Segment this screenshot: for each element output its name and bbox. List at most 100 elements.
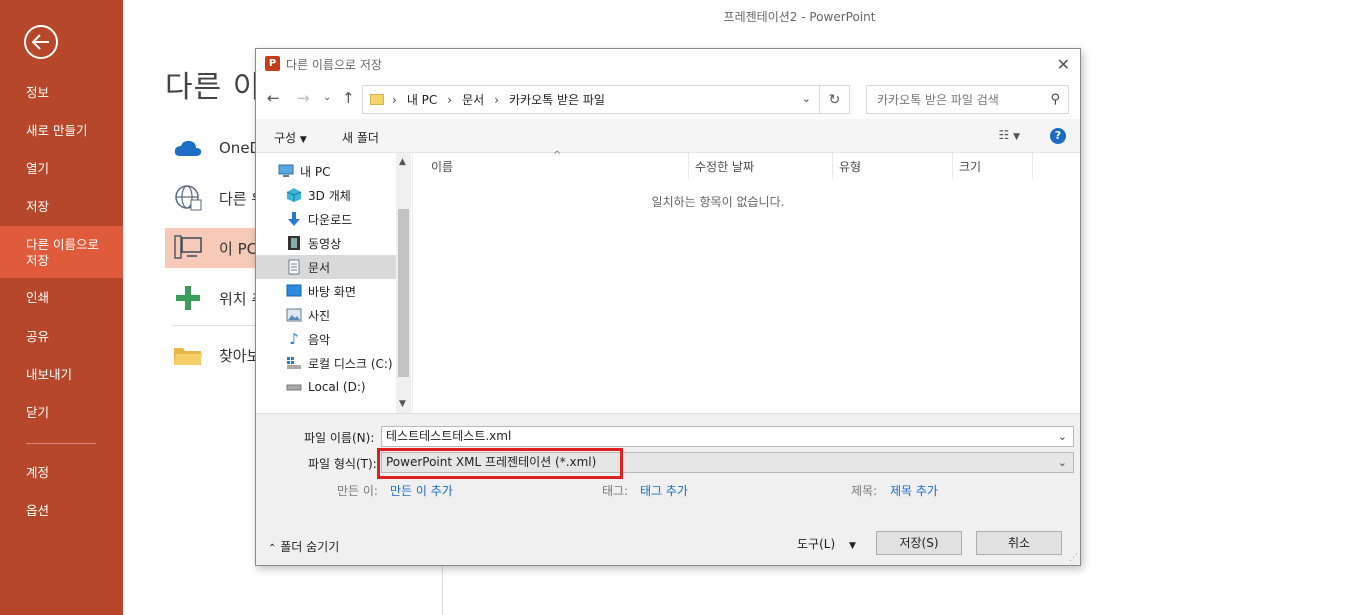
search-icon: ⚲ bbox=[1050, 92, 1060, 107]
empty-message: 일치하는 항목이 없습니다. bbox=[651, 195, 785, 209]
rail-item-open[interactable]: 열기 bbox=[0, 161, 123, 177]
author-label: 만든 이: bbox=[337, 484, 378, 498]
plus-icon bbox=[171, 283, 205, 313]
tree-label: 다운로드 bbox=[308, 212, 353, 227]
tree-scrollbar[interactable]: ▲ ▼ bbox=[396, 153, 411, 413]
tree-label: 3D 개체 bbox=[308, 188, 351, 203]
organize-button[interactable]: 구성 ▼ bbox=[274, 129, 307, 146]
tree-item-music[interactable]: ♪ 음악 bbox=[256, 327, 396, 351]
hide-folders-label: 폴더 숨기기 bbox=[280, 540, 340, 554]
rail-item-new[interactable]: 새로 만들기 bbox=[0, 123, 123, 139]
up-arrow-icon[interactable]: ↑ bbox=[342, 89, 355, 107]
chevron-down-icon[interactable]: ⌄ bbox=[1058, 453, 1067, 472]
caret-down-icon: ▼ bbox=[299, 135, 307, 145]
scroll-down-icon[interactable]: ▼ bbox=[399, 399, 406, 409]
tags-label: 태그: bbox=[602, 484, 629, 498]
column-modified[interactable]: 수정한 날짜 bbox=[695, 153, 833, 179]
refresh-icon[interactable]: ↻ bbox=[820, 85, 850, 114]
breadcrumb-documents[interactable]: 문서 bbox=[462, 91, 484, 108]
tree-label: 사진 bbox=[308, 308, 331, 323]
breadcrumb-kakaotalk-folder[interactable]: 카카오톡 받은 파일 bbox=[509, 91, 605, 108]
tree-item-pictures[interactable]: 사진 bbox=[256, 303, 396, 327]
tree-item-desktop[interactable]: 바탕 화면 bbox=[256, 279, 396, 303]
filename-input[interactable]: 테스트테스트테스트.xml ⌄ bbox=[381, 426, 1074, 447]
recent-locations-chevron-down-icon[interactable]: ⌄ bbox=[323, 92, 331, 103]
chevron-down-icon[interactable]: ⌄ bbox=[1058, 427, 1067, 446]
location-label: 이 PC bbox=[219, 239, 258, 258]
filename-value: 테스트테스트테스트.xml bbox=[386, 429, 512, 443]
tools-dropdown[interactable]: 도구(L) ▼ bbox=[797, 535, 856, 552]
column-name[interactable]: 이름 bbox=[431, 153, 689, 179]
rail-item-export[interactable]: 내보내기 bbox=[0, 367, 123, 383]
dialog-title-bar: P 다른 이름으로 저장 ✕ bbox=[256, 49, 1080, 79]
view-options-icon[interactable]: ☷ ▼ bbox=[999, 128, 1021, 142]
address-bar[interactable]: › 내 PC › 문서 › 카카오톡 받은 파일 ⌄ bbox=[362, 85, 820, 114]
add-tag-link[interactable]: 태그 추가 bbox=[640, 482, 688, 499]
back-icon[interactable]: ← bbox=[267, 89, 280, 107]
tree-item-local-disk-c[interactable]: 로컬 디스크 (C:) bbox=[256, 351, 396, 375]
scroll-thumb[interactable] bbox=[398, 209, 409, 377]
tree-item-local-d[interactable]: Local (D:) bbox=[256, 375, 396, 399]
cancel-button[interactable]: 취소 bbox=[976, 531, 1062, 555]
rail-item-info[interactable]: 정보 bbox=[0, 85, 123, 101]
windows-drive-icon bbox=[286, 355, 302, 371]
cloud-icon bbox=[171, 133, 205, 163]
rail-item-save-as[interactable]: 다른 이름으로 저장 bbox=[0, 226, 123, 278]
column-size[interactable]: 크기 bbox=[959, 153, 1033, 179]
column-type[interactable]: 유형 bbox=[839, 153, 953, 179]
rail-item-options[interactable]: 옵션 bbox=[0, 503, 123, 519]
rail-item-share[interactable]: 공유 bbox=[0, 329, 123, 345]
dialog-bottom-panel: 파일 이름(N): 테스트테스트테스트.xml ⌄ 파일 형식(T): Powe… bbox=[256, 413, 1080, 565]
close-icon[interactable]: ✕ bbox=[1057, 55, 1070, 74]
save-button[interactable]: 저장(S) bbox=[876, 531, 962, 555]
monitor-icon bbox=[278, 163, 294, 179]
folder-icon bbox=[171, 340, 205, 370]
add-author-link[interactable]: 만든 이 추가 bbox=[390, 482, 453, 499]
tree-item-videos[interactable]: 동영상 bbox=[256, 231, 396, 255]
tree-item-documents[interactable]: 문서 bbox=[256, 255, 396, 279]
help-icon[interactable]: ? bbox=[1050, 128, 1066, 144]
drive-icon bbox=[286, 379, 302, 395]
tree-label: Local (D:) bbox=[308, 380, 366, 394]
navigation-row: ← → ⌄ ↑ › 내 PC › 문서 › 카카오톡 받은 파일 ⌄ ↻ 카카오… bbox=[256, 83, 1080, 115]
organize-label: 구성 bbox=[274, 131, 297, 145]
page-title: 다른 이 bbox=[165, 70, 262, 105]
rail-item-account[interactable]: 계정 bbox=[0, 465, 123, 481]
music-note-icon: ♪ bbox=[289, 330, 299, 348]
rail-item-print[interactable]: 인쇄 bbox=[0, 290, 123, 306]
tree-item-downloads[interactable]: 다운로드 bbox=[256, 207, 396, 231]
backstage-divider bbox=[442, 560, 443, 615]
chevron-right-icon[interactable]: › bbox=[392, 93, 397, 107]
tree-item-3d-objects[interactable]: 3D 개체 bbox=[256, 183, 396, 207]
download-arrow-icon bbox=[286, 211, 302, 227]
tree-label: 문서 bbox=[308, 260, 331, 275]
tree-label: 동영상 bbox=[308, 236, 342, 251]
address-dropdown-chevron-down-icon[interactable]: ⌄ bbox=[802, 92, 811, 105]
file-list: ^ 이름 수정한 날짜 유형 크기 일치하는 항목이 없습니다. bbox=[412, 150, 1080, 413]
chevron-right-icon[interactable]: › bbox=[494, 93, 499, 107]
scroll-up-icon[interactable]: ▲ bbox=[399, 157, 406, 167]
filename-label: 파일 이름(N): bbox=[304, 431, 375, 445]
hide-folders-button[interactable]: ⌃ 폴더 숨기기 bbox=[268, 538, 339, 555]
forward-icon[interactable]: → bbox=[297, 89, 310, 107]
folder-icon bbox=[370, 94, 384, 105]
tree-item-my-pc[interactable]: 내 PC bbox=[256, 159, 396, 183]
rail-item-close[interactable]: 닫기 bbox=[0, 405, 123, 421]
add-title-link[interactable]: 제목 추가 bbox=[890, 482, 938, 499]
computer-icon bbox=[171, 233, 205, 263]
desktop-icon bbox=[286, 283, 302, 299]
backstage-rail: 정보 새로 만들기 열기 저장 다른 이름으로 저장 인쇄 공유 내보내기 닫기… bbox=[0, 0, 123, 615]
tools-label: 도구(L) bbox=[797, 537, 836, 551]
back-arrow-icon[interactable] bbox=[24, 25, 58, 59]
search-placeholder: 카카오톡 받은 파일 검색 bbox=[877, 93, 999, 107]
dialog-title: 다른 이름으로 저장 bbox=[286, 58, 382, 72]
resize-grip-icon[interactable]: ⋰ bbox=[1069, 553, 1078, 563]
tree-label: 바탕 화면 bbox=[308, 284, 356, 299]
rail-item-save[interactable]: 저장 bbox=[0, 199, 123, 215]
save-as-dialog: P 다른 이름으로 저장 ✕ ← → ⌄ ↑ › 내 PC › 문서 › 카카오… bbox=[255, 48, 1081, 566]
breadcrumb-my-pc[interactable]: 내 PC bbox=[407, 91, 437, 108]
search-input[interactable]: 카카오톡 받은 파일 검색 ⚲ bbox=[866, 85, 1069, 114]
new-folder-button[interactable]: 새 폴더 bbox=[342, 129, 379, 146]
chevron-right-icon[interactable]: › bbox=[447, 93, 452, 107]
window-title: 프레젠테이션2 - PowerPoint bbox=[723, 10, 876, 24]
